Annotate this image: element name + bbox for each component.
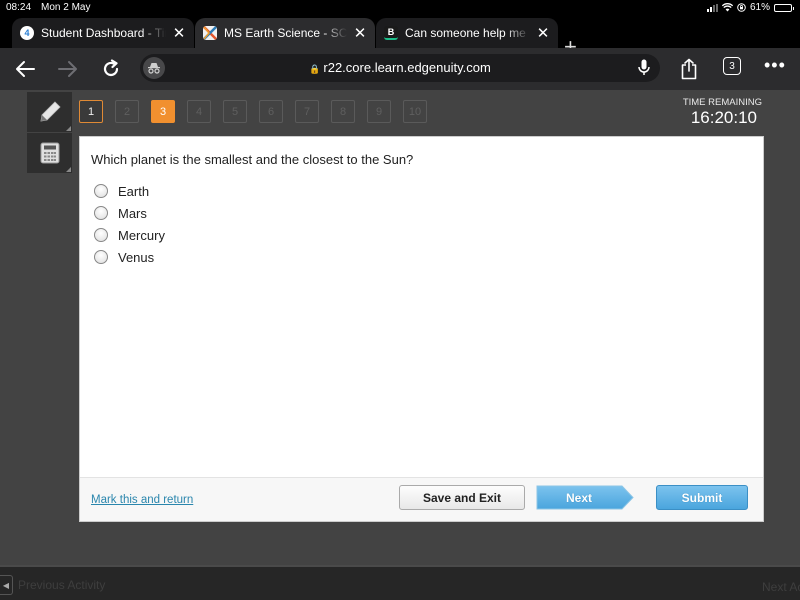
tab-title: MS Earth Science - SC3208 <box>224 26 347 40</box>
question-number-button[interactable]: 1 <box>79 100 103 123</box>
question-number-button[interactable]: 5 <box>223 100 247 123</box>
browser-toolbar: 🔒 r22.core.learn.edgenuity.com 3 ••• <box>0 48 800 90</box>
close-tab-icon[interactable]: ✕ <box>353 24 367 42</box>
orientation-lock-icon <box>737 3 746 12</box>
next-button[interactable]: Next <box>536 485 634 510</box>
tab-student-dashboard[interactable]: 4 Student Dashboard - Timeline ✕ <box>12 18 194 48</box>
brainly-favicon-icon: B <box>384 26 398 40</box>
browser-tab-bar: 4 Student Dashboard - Timeline ✕ MS Eart… <box>0 16 800 58</box>
submit-button[interactable]: Submit <box>656 485 748 510</box>
edgenuity-dashboard-favicon-icon: 4 <box>20 26 34 40</box>
pencil-tool-button[interactable] <box>27 92 72 132</box>
mark-and-return-link[interactable]: Mark this and return <box>91 494 193 506</box>
status-indicators: 61% <box>706 2 794 13</box>
previous-activity-label[interactable]: Previous Activity <box>18 578 105 592</box>
save-and-exit-button[interactable]: Save and Exit <box>399 485 525 510</box>
answer-option-label[interactable]: Mars <box>118 206 147 221</box>
answer-option[interactable]: Mercury <box>94 224 165 246</box>
close-tab-icon[interactable]: ✕ <box>536 24 550 42</box>
clock: 08:24 <box>6 2 32 13</box>
activity-navigation-bar: ◀ Previous Activity Next Activity <box>0 565 800 600</box>
radio-button[interactable] <box>94 206 108 220</box>
answer-option[interactable]: Earth <box>94 180 165 202</box>
answer-options: Earth Mars Mercury Venus <box>94 180 165 268</box>
radio-button[interactable] <box>94 184 108 198</box>
next-button-label[interactable]: Next <box>536 485 622 510</box>
wifi-icon <box>721 3 733 12</box>
answer-option[interactable]: Mars <box>94 202 165 224</box>
time-remaining-value: 16:20:10 <box>690 108 757 127</box>
question-card-footer: Mark this and return Save and Exit Next … <box>80 477 763 521</box>
calculator-tool-button[interactable] <box>27 133 72 173</box>
answer-option-label[interactable]: Earth <box>118 184 149 199</box>
date: Mon 2 May <box>41 2 91 13</box>
edgenuity-x-favicon-icon <box>203 26 217 40</box>
previous-activity-button[interactable]: ◀ Previous Activity <box>0 575 105 595</box>
calculator-icon <box>40 142 59 164</box>
question-number-button[interactable]: 7 <box>295 100 319 123</box>
tab-switcher-button[interactable]: 3 <box>723 57 741 75</box>
question-number-button[interactable]: 2 <box>115 100 139 123</box>
lock-icon: 🔒 <box>309 64 321 74</box>
question-navigator: 1 2 3 4 5 6 7 8 9 10 <box>79 100 427 123</box>
question-text: Which planet is the smallest and the clo… <box>91 152 414 167</box>
tab-ms-earth-science[interactable]: MS Earth Science - SC3208 ✕ <box>195 18 375 48</box>
radio-button[interactable] <box>94 228 108 242</box>
radio-button[interactable] <box>94 250 108 264</box>
forward-arrow-icon[interactable] <box>54 55 82 83</box>
more-options-icon[interactable]: ••• <box>764 56 786 74</box>
next-activity-button[interactable]: Next Activity <box>762 580 800 594</box>
answer-option-label[interactable]: Venus <box>118 250 154 265</box>
share-icon[interactable] <box>675 55 703 83</box>
reload-icon[interactable] <box>97 55 125 83</box>
status-bar: 08:24 Mon 2 May 61% <box>0 0 800 16</box>
answer-option-label[interactable]: Mercury <box>118 228 165 243</box>
address-bar[interactable]: 🔒 r22.core.learn.edgenuity.com <box>140 54 660 82</box>
microphone-icon[interactable] <box>638 59 650 81</box>
close-tab-icon[interactable]: ✕ <box>172 24 186 42</box>
tab-title: Student Dashboard - Timeline <box>41 26 166 40</box>
question-number-button[interactable]: 10 <box>403 100 427 123</box>
question-number-button[interactable]: 9 <box>367 100 391 123</box>
previous-arrow-icon[interactable]: ◀ <box>0 575 13 595</box>
question-card: Which planet is the smallest and the clo… <box>79 136 764 522</box>
cellular-signal-icon <box>706 3 718 12</box>
question-number-button[interactable]: 3 <box>151 100 175 123</box>
time-remaining-label: TIME REMAINING <box>682 97 762 108</box>
tab-title: Can someone help me please <box>405 26 530 40</box>
back-arrow-icon[interactable] <box>11 55 39 83</box>
answer-option[interactable]: Venus <box>94 246 165 268</box>
url-text[interactable]: 🔒 r22.core.learn.edgenuity.com <box>140 60 660 75</box>
url-value: r22.core.learn.edgenuity.com <box>323 60 491 75</box>
assessment-page: 1 2 3 4 5 6 7 8 9 10 TIME REMAINING 16:2… <box>0 90 800 600</box>
question-number-button[interactable]: 6 <box>259 100 283 123</box>
question-number-button[interactable]: 8 <box>331 100 355 123</box>
battery-icon <box>774 3 794 12</box>
pencil-icon <box>40 101 61 122</box>
tab-brainly-question[interactable]: B Can someone help me please ✕ <box>376 18 558 48</box>
question-number-button[interactable]: 4 <box>187 100 211 123</box>
battery-percent: 61% <box>749 2 770 13</box>
